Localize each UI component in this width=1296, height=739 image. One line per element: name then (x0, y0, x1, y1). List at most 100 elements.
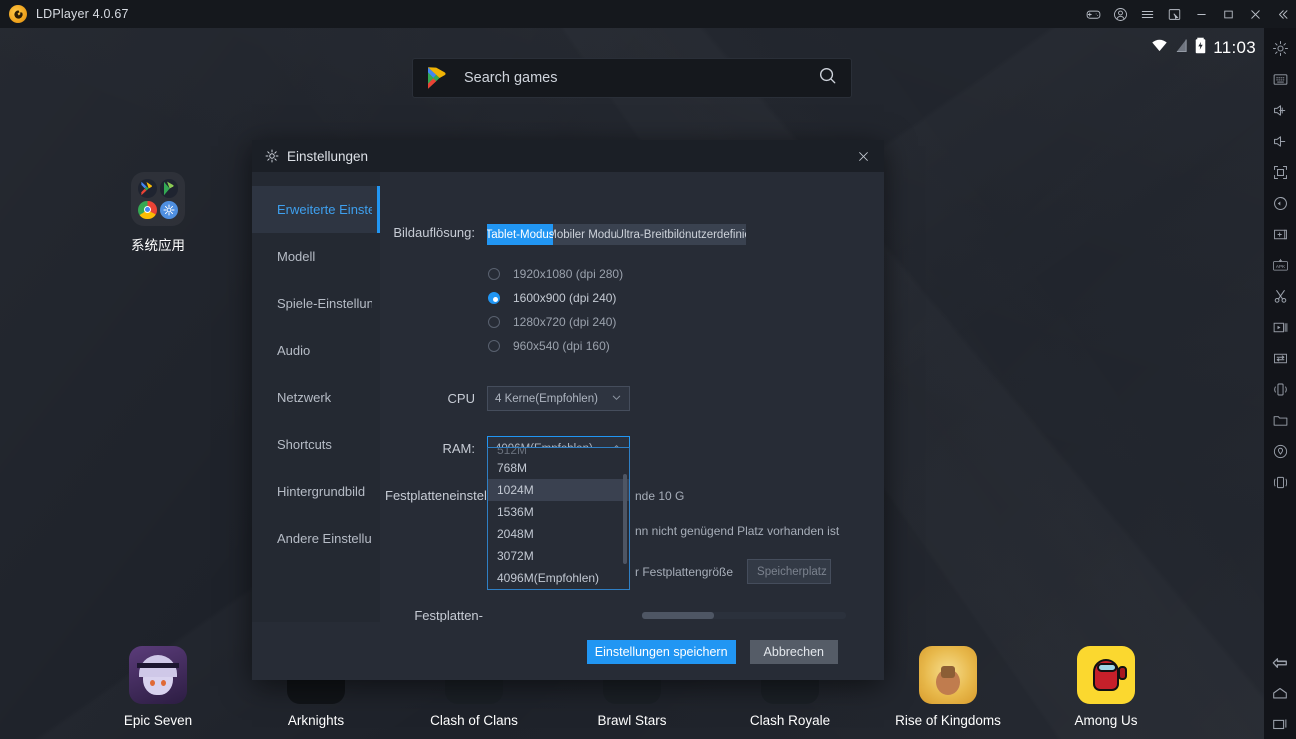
dialog-footer: Einstellungen speichern Abbrechen (252, 622, 884, 680)
radio-1280x720[interactable]: 1280x720 (dpi 240) (488, 310, 884, 334)
back-icon[interactable] (1264, 646, 1296, 677)
window-title: LDPlayer 4.0.67 (36, 7, 129, 21)
radio-dot (488, 292, 500, 304)
settings-gear-icon[interactable] (1264, 33, 1296, 64)
radio-1600x900[interactable]: 1600x900 (dpi 240) (488, 286, 884, 310)
list-item[interactable]: Epic Seven (83, 646, 233, 728)
account-icon[interactable] (1107, 0, 1134, 28)
dropdown-item-2048m[interactable]: 2048M (488, 523, 629, 545)
multi-instance-icon[interactable] (1264, 467, 1296, 498)
home-icon[interactable] (1264, 677, 1296, 708)
sidebar-item-andere-einstellungen[interactable]: Andere Einstellungen (252, 515, 380, 562)
sidebar-item-label: Modell (277, 248, 316, 264)
cpu-label: CPU (447, 390, 475, 406)
scrollbar-thumb[interactable] (642, 612, 714, 619)
radio-960x540[interactable]: 960x540 (dpi 160) (488, 334, 884, 358)
resolution-row: Bildauflösung: Tablet-Modus Mobiler Modu… (385, 224, 884, 245)
wifi-icon (1151, 38, 1168, 58)
disk-settings-row: Festplatteneinstellung: nde 10 G nn nich… (385, 487, 884, 584)
sidebar-item-spiele-einstellungen[interactable]: Spiele-Einstellungen (252, 280, 380, 327)
dropdown-item-4096m[interactable]: 4096M(Empfohlen) (488, 567, 629, 589)
radio-dot (488, 268, 500, 280)
close-icon[interactable] (848, 141, 878, 171)
file-manager-icon[interactable] (1264, 405, 1296, 436)
volume-down-icon[interactable] (1264, 126, 1296, 157)
menu-icon[interactable] (1134, 0, 1161, 28)
collapse-icon[interactable] (1269, 0, 1296, 28)
resolution-label: Bildauflösung: (393, 225, 475, 240)
tab-mobiler-modus[interactable]: Mobiler Modus (553, 224, 617, 245)
sidebar-item-label: Spiele-Einstellungen (277, 295, 372, 311)
tab-ultra-breitbild[interactable]: Ultra-Breitbild (617, 224, 684, 245)
dialog-title: Einstellungen (287, 148, 369, 164)
disk-expand-label: r Festplattengröße (635, 564, 734, 579)
play-games-icon (159, 179, 178, 198)
dropdown-scrollbar[interactable] (623, 474, 627, 564)
screenshot-icon[interactable] (1161, 0, 1188, 28)
dialog-body: Erweiterte Einstellungen Modell Spiele-E… (252, 172, 884, 622)
dropdown-item-768m[interactable]: 768M (488, 457, 629, 479)
settings-dialog: Einstellungen Erweiterte Einstellungen M… (252, 140, 884, 680)
volume-up-icon[interactable] (1264, 95, 1296, 126)
android-statusbar: 11:03 (1151, 28, 1256, 68)
rotate-icon[interactable] (1264, 188, 1296, 219)
sidebar-item-shortcuts[interactable]: Shortcuts (252, 421, 380, 468)
ram-dropdown[interactable]: 512M 768M 1024M 1536M 2048M 3072M 4096M(… (487, 447, 630, 590)
sidebar-item-label: Audio (277, 342, 311, 358)
search-input[interactable]: Search games (464, 70, 558, 86)
new-window-icon[interactable] (1264, 219, 1296, 250)
tab-tablet-modus[interactable]: Tablet-Modus (487, 224, 553, 245)
app-icon-epic-seven (129, 646, 187, 704)
cache-label: Festplatten-Cache leeren: (414, 608, 483, 622)
keyboard-icon[interactable] (1264, 64, 1296, 95)
cpu-select[interactable]: 4 Kerne(Empfohlen) (487, 386, 630, 411)
app-label: Rise of Kingdoms (895, 713, 1001, 728)
cpu-row: CPU 4 Kerne(Empfohlen) (385, 386, 884, 411)
cpu-select-value: 4 Kerne(Empfohlen) (495, 392, 598, 405)
shared-folder-icon[interactable] (1264, 343, 1296, 374)
shake-icon[interactable] (1264, 374, 1296, 405)
clock: 11:03 (1213, 38, 1256, 57)
search-bar[interactable]: Search games (412, 58, 852, 98)
video-record-icon[interactable] (1264, 312, 1296, 343)
close-icon[interactable] (1242, 0, 1269, 28)
sidebar-item-hintergrundbild[interactable]: Hintergrundbild (252, 468, 380, 515)
horizontal-scrollbar[interactable] (642, 612, 846, 619)
sidebar-item-modell[interactable]: Modell (252, 233, 380, 280)
chrome-icon (138, 200, 157, 219)
minimize-icon[interactable] (1188, 0, 1215, 28)
fullscreen-icon[interactable] (1264, 157, 1296, 188)
save-settings-button[interactable]: Einstellungen speichern (586, 639, 736, 664)
gamepad-icon[interactable] (1080, 0, 1107, 28)
tab-benutzerdefiniert[interactable]: benutzerdefiniert (684, 224, 746, 245)
resolution-options: 1920x1080 (dpi 280) 1600x900 (dpi 240) 1… (380, 262, 884, 358)
sidebar-item-netzwerk[interactable]: Netzwerk (252, 374, 380, 421)
sidebar-item-erweiterte-einstellungen[interactable]: Erweiterte Einstellungen (252, 186, 380, 233)
recents-icon[interactable] (1264, 708, 1296, 739)
svg-text:APK: APK (1275, 264, 1285, 269)
radio-dot (488, 340, 500, 352)
dropdown-item-clipped[interactable]: 512M (488, 448, 629, 457)
list-item[interactable]: Rise of Kingdoms (873, 646, 1023, 728)
sidebar-item-audio[interactable]: Audio (252, 327, 380, 374)
folder-system-apps[interactable] (131, 172, 185, 226)
radio-label: 1280x720 (dpi 240) (513, 315, 617, 329)
dropdown-item-1024m[interactable]: 1024M (488, 479, 629, 501)
search-icon[interactable] (818, 66, 837, 90)
ldplayer-logo-icon (9, 5, 27, 23)
location-icon[interactable] (1264, 436, 1296, 467)
play-store-icon (138, 179, 157, 198)
cancel-button[interactable]: Abbrechen (749, 639, 838, 664)
list-item[interactable]: Among Us (1031, 646, 1181, 728)
resolution-mode-tabs: Tablet-Modus Mobiler Modus Ultra-Breitbi… (487, 224, 746, 245)
radio-1920x1080[interactable]: 1920x1080 (dpi 280) (488, 262, 884, 286)
install-apk-icon[interactable]: APK (1264, 250, 1296, 281)
gear-icon (265, 149, 279, 163)
sidebar-item-label: Erweiterte Einstellungen (277, 201, 372, 217)
expand-storage-button[interactable]: Speicherplatz er (747, 559, 832, 584)
scissors-icon[interactable] (1264, 281, 1296, 312)
dropdown-item-3072m[interactable]: 3072M (488, 545, 629, 567)
maximize-icon[interactable] (1215, 0, 1242, 28)
dropdown-item-1536m[interactable]: 1536M (488, 501, 629, 523)
google-play-icon (426, 66, 448, 90)
